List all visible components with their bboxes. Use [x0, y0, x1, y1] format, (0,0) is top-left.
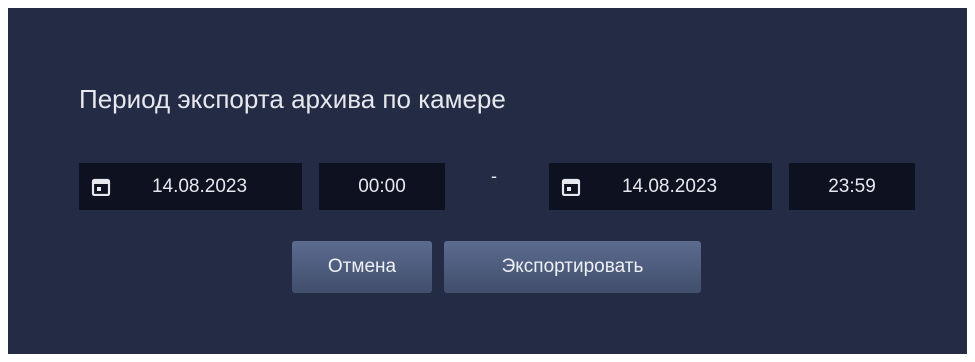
end-time-value: 23:59 — [828, 175, 876, 197]
calendar-icon[interactable] — [91, 178, 111, 196]
start-date-field[interactable]: 14.08.2023 — [79, 163, 302, 210]
end-date-field[interactable]: 14.08.2023 — [549, 163, 772, 210]
start-date-value: 14.08.2023 — [151, 175, 248, 197]
end-date-value: 14.08.2023 — [621, 175, 718, 197]
export-button[interactable]: Экспортировать — [444, 241, 701, 293]
dialog-title: Период экспорта архива по камере — [79, 84, 506, 114]
start-time-field[interactable]: 00:00 — [319, 163, 445, 210]
calendar-icon[interactable] — [561, 178, 581, 196]
cancel-button[interactable]: Отмена — [292, 241, 432, 293]
start-time-value: 00:00 — [358, 175, 406, 197]
export-period-dialog: Период экспорта архива по камере 14.08.2… — [8, 8, 967, 354]
range-separator: - — [491, 166, 497, 186]
end-time-field[interactable]: 23:59 — [789, 163, 915, 210]
